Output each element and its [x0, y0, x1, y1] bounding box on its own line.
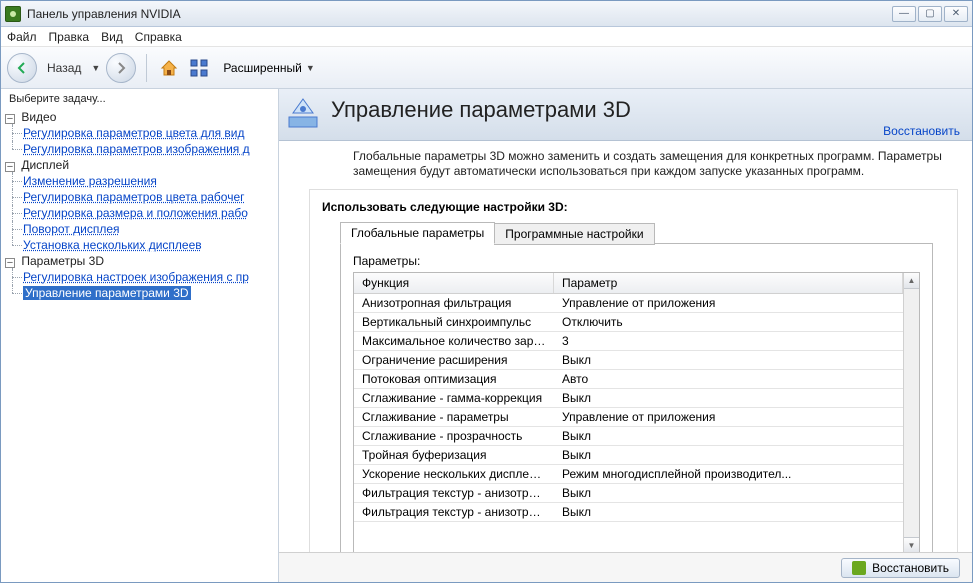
table-row[interactable]: Фильтрация текстур - анизотропная оп...В…: [354, 503, 903, 522]
sidebar-task-label: Выберите задачу...: [1, 89, 278, 107]
toolbar-divider: [146, 54, 147, 82]
table-cell-function: Сглаживание - прозрачность: [354, 427, 554, 445]
view-mode-dropdown[interactable]: Расширенный ▼: [223, 61, 314, 75]
maximize-button[interactable]: ▢: [918, 6, 942, 22]
tree-item[interactable]: Регулировка параметров изображения д: [23, 142, 250, 156]
table-scrollbar[interactable]: ▲ ▼: [903, 273, 919, 552]
page-header-icon: [285, 95, 321, 131]
task-tree: − Видео Регулировка параметров цвета для…: [1, 107, 278, 303]
settings-title: Использовать следующие настройки 3D:: [322, 200, 945, 214]
table-cell-param: Выкл: [554, 389, 903, 407]
window-title: Панель управления NVIDIA: [27, 7, 892, 21]
nvidia-chip-icon: [852, 561, 866, 575]
tree-item[interactable]: Регулировка настроек изображения с пр: [23, 270, 249, 284]
settings-block: Использовать следующие настройки 3D: Гло…: [309, 189, 958, 552]
table-cell-function: Вертикальный синхроимпульс: [354, 313, 554, 331]
table-header-function[interactable]: Функция: [354, 273, 554, 293]
tree-toggle-3d[interactable]: −: [5, 258, 15, 268]
chevron-down-icon: ▼: [306, 63, 315, 73]
table-cell-param: Выкл: [554, 503, 903, 521]
table-cell-param: 3: [554, 332, 903, 350]
view-mode-label: Расширенный: [223, 61, 302, 75]
tab-global[interactable]: Глобальные параметры: [340, 222, 495, 244]
menu-view[interactable]: Вид: [101, 30, 123, 44]
table-cell-function: Фильтрация текстур - анизотропная оп...: [354, 503, 554, 521]
restore-button-label: Восстановить: [872, 561, 949, 575]
toolbar: Назад ▼ Расширенный ▼: [1, 47, 972, 89]
titlebar: Панель управления NVIDIA — ▢ ✕: [1, 1, 972, 27]
tree-group-3d[interactable]: Параметры 3D: [21, 254, 104, 268]
table-cell-param: Выкл: [554, 427, 903, 445]
table-cell-function: Максимальное количество заранее под...: [354, 332, 554, 350]
tree-group-video[interactable]: Видео: [21, 110, 56, 124]
tree-item[interactable]: Изменение разрешения: [23, 174, 157, 188]
page-title: Управление параметрами 3D: [331, 97, 631, 123]
close-button[interactable]: ✕: [944, 6, 968, 22]
table-row[interactable]: Фильтрация текстур - анизотропная оп...В…: [354, 484, 903, 503]
table-cell-function: Ограничение расширения: [354, 351, 554, 369]
table-row[interactable]: Сглаживание - параметрыУправление от при…: [354, 408, 903, 427]
tab-program[interactable]: Программные настройки: [494, 223, 654, 245]
table-header-param[interactable]: Параметр: [554, 273, 903, 293]
tree-item[interactable]: Регулировка параметров цвета для вид: [23, 126, 244, 140]
tree-item[interactable]: Установка нескольких дисплеев: [23, 238, 202, 252]
tree-item[interactable]: Поворот дисплея: [23, 222, 120, 236]
table-cell-function: Фильтрация текстур - анизотропная оп...: [354, 484, 554, 502]
sidebar: Выберите задачу... − Видео Регулировка п…: [1, 89, 279, 582]
home-button[interactable]: [157, 56, 181, 80]
table-cell-param: Авто: [554, 370, 903, 388]
table-row[interactable]: Сглаживание - гамма-коррекцияВыкл: [354, 389, 903, 408]
tree-toggle-video[interactable]: −: [5, 114, 15, 124]
params-label: Параметры:: [353, 254, 920, 268]
footer-bar: Восстановить: [279, 552, 972, 582]
menubar: Файл Правка Вид Справка: [1, 27, 972, 47]
table-row[interactable]: Ускорение нескольких дисплеев/смеша...Ре…: [354, 465, 903, 484]
table-cell-function: Анизотропная фильтрация: [354, 294, 554, 312]
table-cell-param: Выкл: [554, 484, 903, 502]
tree-group-display[interactable]: Дисплей: [21, 158, 69, 172]
tree-item[interactable]: Регулировка размера и положения рабо: [23, 206, 248, 220]
table-row[interactable]: Потоковая оптимизацияАвто: [354, 370, 903, 389]
scroll-up-icon[interactable]: ▲: [904, 273, 919, 289]
restore-button[interactable]: Восстановить: [841, 558, 960, 578]
table-cell-param: Отключить: [554, 313, 903, 331]
table-cell-param: Выкл: [554, 351, 903, 369]
page-description: Глобальные параметры 3D можно заменить и…: [279, 141, 972, 185]
scroll-down-icon[interactable]: ▼: [904, 537, 919, 552]
menu-help[interactable]: Справка: [135, 30, 182, 44]
back-dropdown-icon[interactable]: ▼: [91, 63, 100, 73]
params-table: Функция Параметр Анизотропная фильтрация…: [353, 272, 920, 552]
table-cell-function: Сглаживание - гамма-коррекция: [354, 389, 554, 407]
table-row[interactable]: Ограничение расширенияВыкл: [354, 351, 903, 370]
table-cell-function: Ускорение нескольких дисплеев/смеша...: [354, 465, 554, 483]
tree-toggle-display[interactable]: −: [5, 162, 15, 172]
table-row[interactable]: Тройная буферизацияВыкл: [354, 446, 903, 465]
restore-defaults-link[interactable]: Восстановить: [883, 124, 960, 138]
content-panel: Управление параметрами 3D Восстановить Г…: [279, 89, 972, 582]
table-cell-function: Тройная буферизация: [354, 446, 554, 464]
tree-item[interactable]: Регулировка параметров цвета рабочег: [23, 190, 245, 204]
menu-file[interactable]: Файл: [7, 30, 37, 44]
table-cell-param: Управление от приложения: [554, 408, 903, 426]
table-cell-param: Управление от приложения: [554, 294, 903, 312]
page-header: Управление параметрами 3D Восстановить: [279, 89, 972, 141]
nvidia-app-icon: [5, 6, 21, 22]
table-cell-param: Выкл: [554, 446, 903, 464]
minimize-button[interactable]: —: [892, 6, 916, 22]
settings-tabs: Глобальные параметры Программные настрой…: [340, 222, 945, 244]
table-cell-param: Режим многодисплейной производител...: [554, 465, 903, 483]
table-row[interactable]: Анизотропная фильтрацияУправление от при…: [354, 294, 903, 313]
table-cell-function: Сглаживание - параметры: [354, 408, 554, 426]
table-row[interactable]: Сглаживание - прозрачностьВыкл: [354, 427, 903, 446]
back-button[interactable]: [7, 53, 37, 83]
table-row[interactable]: Вертикальный синхроимпульсОтключить: [354, 313, 903, 332]
table-row[interactable]: Максимальное количество заранее под...3: [354, 332, 903, 351]
view-icons-button[interactable]: [187, 56, 211, 80]
tree-item-selected[interactable]: Управление параметрами 3D: [23, 286, 191, 300]
back-label: Назад: [47, 61, 81, 75]
forward-button[interactable]: [106, 53, 136, 83]
menu-edit[interactable]: Правка: [49, 30, 90, 44]
tab-panel-global: Параметры: Функция Параметр Анизотропная…: [340, 243, 933, 552]
table-cell-function: Потоковая оптимизация: [354, 370, 554, 388]
